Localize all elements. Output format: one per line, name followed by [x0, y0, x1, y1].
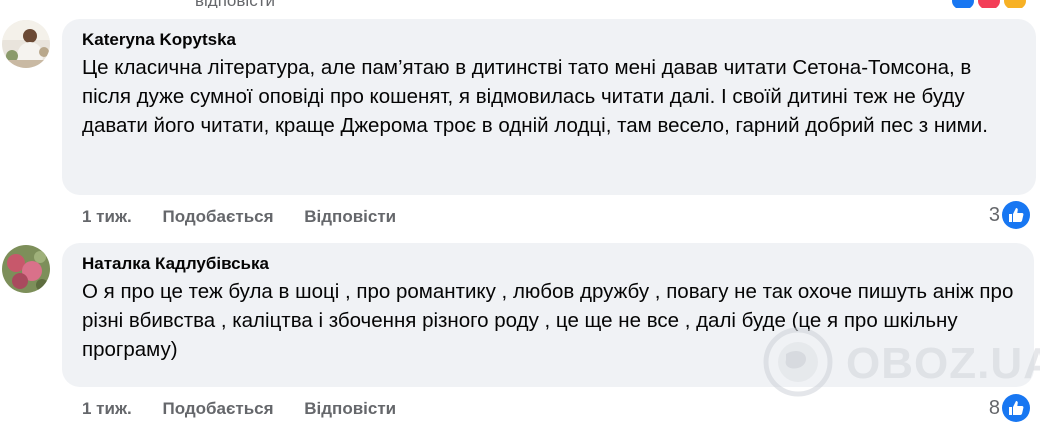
previous-reply-text: відповісти [195, 0, 275, 8]
avatar[interactable] [2, 245, 50, 293]
comment-actions: 1 тиж. Подобається Відповісти [82, 399, 422, 419]
reply-button[interactable]: Відповісти [304, 207, 396, 226]
comment-text: О я про це теж була в шоці , про романти… [82, 280, 1014, 361]
reaction-summary[interactable]: 8 [989, 394, 1030, 422]
like-thumb-icon [1002, 201, 1030, 229]
like-thumb-icon [1002, 394, 1030, 422]
comment-author[interactable]: Наталка Кадлубівська [82, 253, 1018, 275]
comment-actions: 1 тиж. Подобається Відповісти [82, 207, 422, 227]
haha-reaction-icon [1002, 0, 1028, 8]
reaction-summary[interactable]: 3 [989, 201, 1030, 229]
comment-author[interactable]: Kateryna Kopytska [82, 29, 1020, 51]
comment-timestamp[interactable]: 1 тиж. [82, 207, 132, 226]
comment-bubble: Наталка Кадлубівська О я про це теж була… [62, 243, 1034, 387]
comment-timestamp[interactable]: 1 тиж. [82, 399, 132, 418]
avatar[interactable] [2, 20, 50, 68]
like-reaction-icon [950, 0, 976, 8]
reply-button[interactable]: Відповісти [304, 399, 396, 418]
reaction-count: 3 [988, 203, 1000, 226]
previous-comment-strip: відповісти [0, 0, 1060, 8]
like-button[interactable]: Подобається [162, 399, 273, 418]
comment-bubble: Kateryna Kopytska Це класична література… [62, 19, 1036, 195]
love-reaction-icon [976, 0, 1002, 8]
like-button[interactable]: Подобається [162, 207, 273, 226]
comment-text: Це класична література, але пам’ятаю в д… [82, 56, 988, 137]
reaction-count: 8 [988, 396, 1000, 419]
